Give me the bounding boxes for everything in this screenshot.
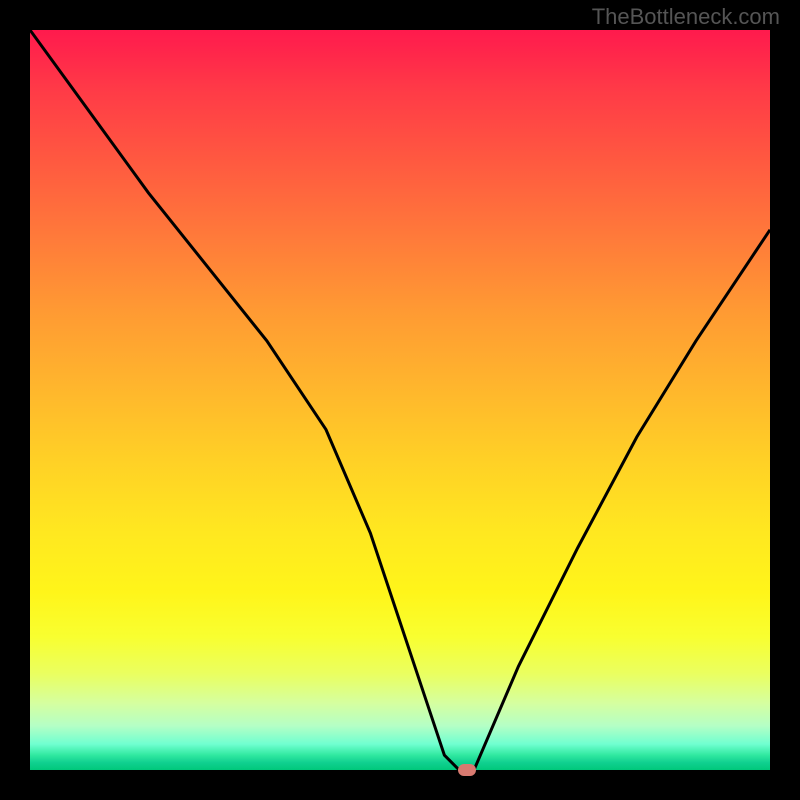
- watermark-text: TheBottleneck.com: [592, 4, 780, 30]
- optimal-point-marker: [458, 764, 476, 776]
- curve-line: [30, 30, 770, 770]
- bottleneck-curve: [30, 30, 770, 770]
- plot-area: [30, 30, 770, 770]
- chart-container: TheBottleneck.com: [0, 0, 800, 800]
